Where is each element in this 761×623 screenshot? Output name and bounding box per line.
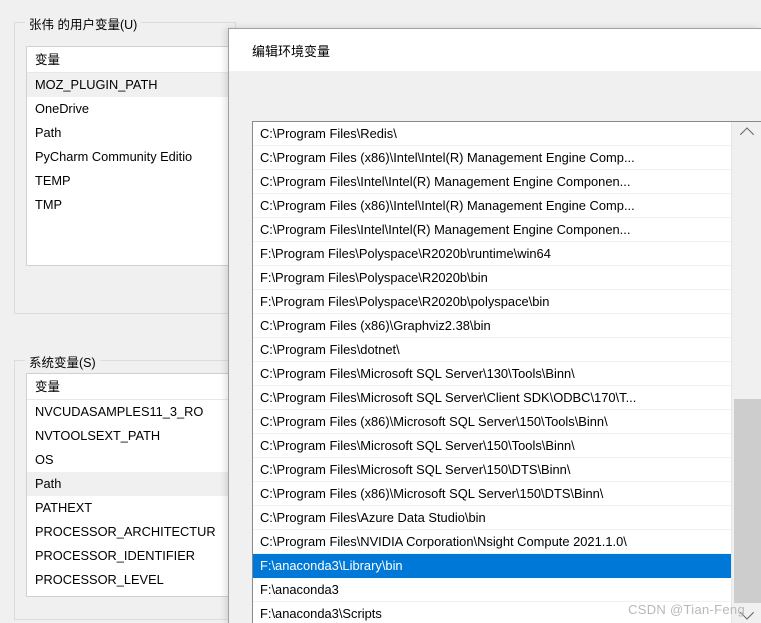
user-variable-row[interactable]: TMP — [27, 193, 235, 217]
path-entry-row[interactable]: C:\Program Files\Microsoft SQL Server\13… — [253, 362, 731, 386]
user-variables-group-label: 张伟 的用户变量(U) — [25, 14, 142, 33]
path-entry-row[interactable]: C:\Program Files (x86)\Graphviz2.38\bin — [253, 314, 731, 338]
path-entry-row[interactable]: F:\Program Files\Polyspace\R2020b\polysp… — [253, 290, 731, 314]
user-variable-row[interactable]: Path — [27, 121, 235, 145]
path-entry-row[interactable]: C:\Program Files\Intel\Intel(R) Manageme… — [253, 218, 731, 242]
system-variable-row[interactable]: PROCESSOR_ARCHITECTUR — [27, 520, 235, 544]
user-variable-row[interactable]: MOZ_PLUGIN_PATH — [27, 73, 235, 97]
path-entry-row[interactable]: C:\Program Files\Microsoft SQL Server\15… — [253, 458, 731, 482]
dialog-title: 编辑环境变量 — [252, 44, 331, 59]
user-variable-row[interactable]: OneDrive — [27, 97, 235, 121]
path-entry-row[interactable]: C:\Program Files\Microsoft SQL Server\Cl… — [253, 386, 731, 410]
dialog-body: C:\Program Files\Redis\ C:\Program Files… — [229, 71, 761, 623]
path-entry-row[interactable]: C:\Program Files (x86)\Intel\Intel(R) Ma… — [253, 146, 731, 170]
system-variable-row[interactable]: PROCESSOR_IDENTIFIER — [27, 544, 235, 568]
system-variables-group-label: 系统变量(S) — [25, 352, 100, 371]
system-variable-row[interactable]: PATHEXT — [27, 496, 235, 520]
path-entry-row[interactable]: F:\Program Files\Polyspace\R2020b\bin — [253, 266, 731, 290]
user-variable-row[interactable]: PyCharm Community Editio — [27, 145, 235, 169]
system-variable-row[interactable]: NVCUDASAMPLES11_3_RO — [27, 400, 235, 424]
system-variable-row[interactable]: NVTOOLSEXT_PATH — [27, 424, 235, 448]
path-entry-row[interactable]: C:\Program Files\dotnet\ — [253, 338, 731, 362]
system-variables-list[interactable]: 变量 NVCUDASAMPLES11_3_RO NVTOOLSEXT_PATH … — [26, 373, 236, 597]
path-entries-rows: C:\Program Files\Redis\ C:\Program Files… — [253, 122, 731, 623]
user-variable-row[interactable]: TEMP — [27, 169, 235, 193]
edit-environment-variable-dialog: 编辑环境变量 C:\Program Files\Redis\ C:\Progra… — [228, 28, 761, 623]
path-entry-row[interactable]: C:\Program Files\Microsoft SQL Server\15… — [253, 434, 731, 458]
dialog-titlebar: 编辑环境变量 — [229, 29, 761, 71]
path-entry-row[interactable]: C:\Program Files\Azure Data Studio\bin — [253, 506, 731, 530]
path-entry-row[interactable]: C:\Program Files\Redis\ — [253, 122, 731, 146]
path-entry-row[interactable]: F:\anaconda3 — [253, 578, 731, 602]
path-entry-row[interactable]: C:\Program Files (x86)\Microsoft SQL Ser… — [253, 410, 731, 434]
path-entry-row[interactable]: C:\Program Files (x86)\Microsoft SQL Ser… — [253, 482, 731, 506]
path-list-scrollbar[interactable] — [731, 122, 761, 623]
user-variables-list[interactable]: 变量 MOZ_PLUGIN_PATH OneDrive Path PyCharm… — [26, 46, 236, 266]
path-entries-listbox[interactable]: C:\Program Files\Redis\ C:\Program Files… — [252, 121, 761, 623]
chevron-up-icon — [739, 127, 755, 142]
path-entry-row[interactable]: C:\Program Files\NVIDIA Corporation\Nsig… — [253, 530, 731, 554]
user-variables-column-header: 变量 — [27, 47, 235, 73]
screen: 张伟 的用户变量(U) 变量 MOZ_PLUGIN_PATH OneDrive … — [0, 0, 761, 623]
path-entry-row[interactable]: C:\Program Files\Intel\Intel(R) Manageme… — [253, 170, 731, 194]
system-variable-row[interactable]: OS — [27, 448, 235, 472]
path-entry-row-selected[interactable]: F:\anaconda3\Library\bin — [253, 554, 731, 578]
scrollbar-thumb[interactable] — [734, 399, 761, 619]
system-variable-row[interactable]: Path — [27, 472, 235, 496]
system-variables-column-header: 变量 — [27, 374, 235, 400]
system-variable-row[interactable]: PROCESSOR_LEVEL — [27, 568, 235, 592]
path-entry-row[interactable]: C:\Program Files (x86)\Intel\Intel(R) Ma… — [253, 194, 731, 218]
scroll-up-button[interactable] — [732, 122, 761, 144]
path-entry-row[interactable]: F:\Program Files\Polyspace\R2020b\runtim… — [253, 242, 731, 266]
watermark: CSDN @Tian-Feng — [628, 602, 745, 617]
